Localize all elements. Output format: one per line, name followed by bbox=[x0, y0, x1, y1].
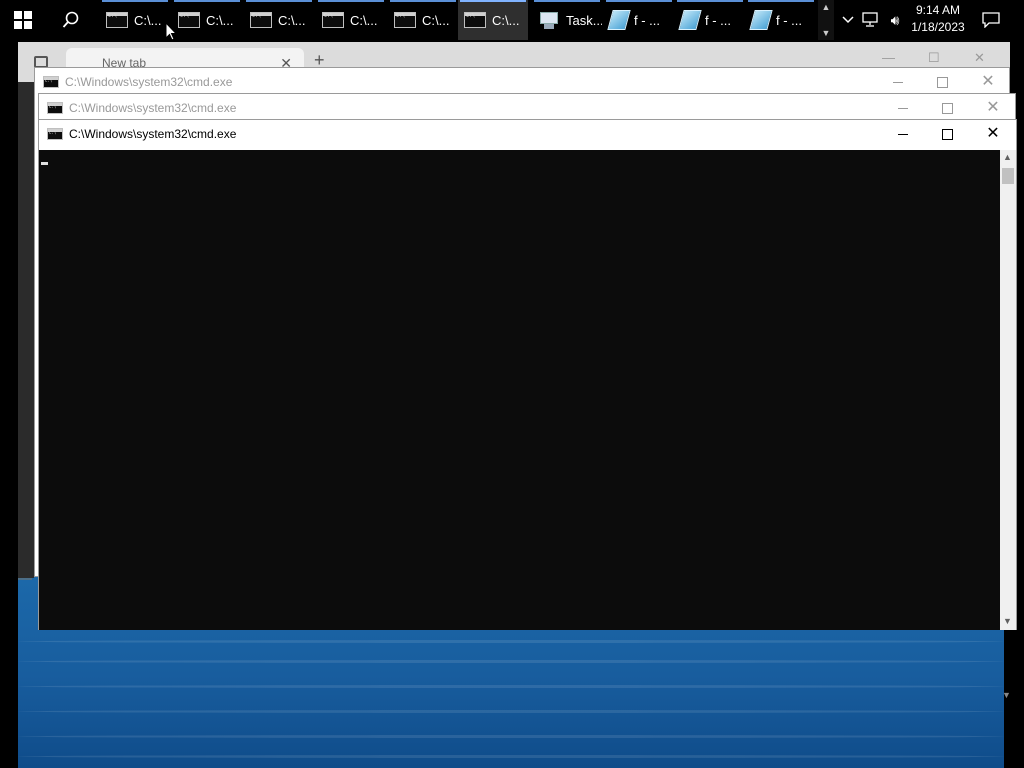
cmd-icon bbox=[394, 12, 416, 28]
taskbar-app-label: f - ... bbox=[705, 12, 731, 28]
taskbar-app-cmd[interactable]: C:\... bbox=[388, 0, 458, 40]
close-button[interactable]: ✕ bbox=[970, 94, 1016, 122]
notepad-icon bbox=[749, 10, 773, 30]
volume-button[interactable]: 🔊︎ bbox=[884, 0, 906, 40]
browser-maximize-button[interactable]: ☐ bbox=[928, 50, 940, 66]
start-button[interactable] bbox=[0, 0, 46, 40]
search-icon bbox=[62, 11, 79, 28]
cmd-window-active[interactable]: C:\Windows\system32\cmd.exe ✕ ▲ ▼ bbox=[38, 119, 1017, 630]
wallpaper-wave bbox=[18, 640, 1004, 643]
maximize-button[interactable] bbox=[924, 94, 970, 122]
taskbar-app-label: C:\... bbox=[206, 12, 234, 28]
cmd-icon bbox=[106, 12, 128, 28]
cmd-icon bbox=[464, 12, 486, 28]
taskbar-app-label: C:\... bbox=[350, 12, 378, 28]
close-button[interactable]: ✕ bbox=[965, 68, 1011, 96]
cmd-window-title: C:\Windows\system32\cmd.exe bbox=[65, 75, 233, 89]
taskbar-app-cmd[interactable]: C:\... bbox=[100, 0, 170, 40]
wallpaper-wave bbox=[18, 685, 1004, 688]
volume-icon: 🔊︎ bbox=[890, 11, 900, 28]
taskbar-app-label: C:\... bbox=[134, 12, 162, 28]
clock-date: 1/18/2023 bbox=[911, 20, 965, 34]
taskbar-app-label: f - ... bbox=[776, 12, 802, 28]
cmd-title-bar[interactable]: C:\Windows\system32\cmd.exe ✕ bbox=[39, 120, 1016, 148]
taskbar-app-label: Task... bbox=[566, 12, 602, 28]
task-manager-icon bbox=[538, 10, 560, 30]
cmd-icon bbox=[250, 12, 272, 28]
close-button[interactable]: ✕ bbox=[970, 120, 1016, 148]
text-cursor bbox=[41, 162, 48, 165]
taskbar-app-cmd[interactable]: C:\... bbox=[172, 0, 242, 40]
taskbar-app-label: C:\... bbox=[492, 12, 520, 28]
notepad-icon bbox=[678, 10, 702, 30]
cmd-icon bbox=[322, 12, 344, 28]
search-button[interactable] bbox=[48, 0, 94, 40]
taskbar-scroll[interactable]: ▲ ▼ bbox=[818, 0, 834, 40]
maximize-button[interactable] bbox=[924, 120, 970, 148]
chevron-down-icon bbox=[842, 16, 854, 24]
taskbar-app-notepad[interactable]: f - ... bbox=[604, 0, 674, 40]
cmd-icon bbox=[178, 12, 200, 28]
wallpaper-wave bbox=[18, 755, 1004, 758]
mouse-pointer-icon bbox=[165, 22, 177, 41]
cmd-window-title: C:\Windows\system32\cmd.exe bbox=[69, 101, 237, 115]
cmd-title-bar[interactable]: C:\Windows\system32\cmd.exe ✕ bbox=[35, 68, 1009, 96]
scroll-down-arrow[interactable]: ▼ bbox=[1003, 616, 1012, 626]
taskbar-app-cmd[interactable]: C:\... bbox=[244, 0, 314, 40]
taskbar-app-label: C:\... bbox=[422, 12, 450, 28]
maximize-button[interactable] bbox=[919, 68, 965, 96]
taskbar-app-label: f - ... bbox=[634, 12, 660, 28]
windows-logo-icon bbox=[14, 11, 32, 29]
cmd-icon bbox=[47, 102, 63, 114]
notification-icon bbox=[982, 12, 1000, 28]
scroll-down-arrow[interactable]: ▼ bbox=[1002, 690, 1011, 700]
console-scrollbar[interactable]: ▲ ▼ bbox=[1000, 150, 1016, 630]
taskbar-app-cmd[interactable]: C:\... bbox=[316, 0, 386, 40]
taskbar-app-notepad[interactable]: f - ... bbox=[746, 0, 816, 40]
screen-left-edge bbox=[0, 40, 18, 768]
wallpaper-wave bbox=[18, 660, 1004, 663]
notepad-icon bbox=[607, 10, 631, 30]
cmd-window-title: C:\Windows\system32\cmd.exe bbox=[69, 127, 237, 141]
wallpaper-wave bbox=[18, 735, 1004, 738]
scroll-up-arrow[interactable]: ▲ bbox=[1003, 152, 1012, 162]
network-button[interactable] bbox=[860, 0, 882, 40]
console-output-area[interactable] bbox=[39, 150, 1000, 630]
taskbar-app-label: C:\... bbox=[278, 12, 306, 28]
cmd-icon bbox=[47, 128, 63, 140]
taskbar: C:\... C:\... C:\... C:\... C:\... C:\..… bbox=[0, 0, 1024, 40]
taskbar-app-task-manager[interactable]: Task... bbox=[532, 0, 602, 40]
minimize-button[interactable] bbox=[880, 94, 926, 122]
browser-minimize-button[interactable]: — bbox=[882, 50, 895, 65]
show-hidden-icons-button[interactable] bbox=[838, 0, 858, 40]
scrollbar-thumb[interactable] bbox=[1002, 168, 1014, 184]
browser-close-button[interactable]: ✕ bbox=[974, 50, 985, 66]
clock-time: 9:14 AM bbox=[915, 3, 961, 17]
taskbar-app-cmd-active[interactable]: C:\... bbox=[458, 0, 528, 40]
chevron-down-icon[interactable]: ▼ bbox=[822, 26, 831, 40]
taskbar-app-notepad[interactable]: f - ... bbox=[675, 0, 745, 40]
action-center-button[interactable] bbox=[978, 0, 1004, 40]
taskbar-clock[interactable]: 9:14 AM 1/18/2023 bbox=[906, 2, 970, 38]
wallpaper-wave bbox=[18, 710, 1004, 713]
cmd-icon bbox=[43, 76, 59, 88]
network-icon bbox=[862, 12, 878, 27]
browser-side-panel bbox=[18, 82, 34, 578]
minimize-button[interactable] bbox=[875, 68, 921, 96]
minimize-button[interactable] bbox=[880, 120, 926, 148]
chevron-up-icon[interactable]: ▲ bbox=[822, 0, 831, 14]
cmd-title-bar[interactable]: C:\Windows\system32\cmd.exe ✕ bbox=[39, 94, 1015, 122]
